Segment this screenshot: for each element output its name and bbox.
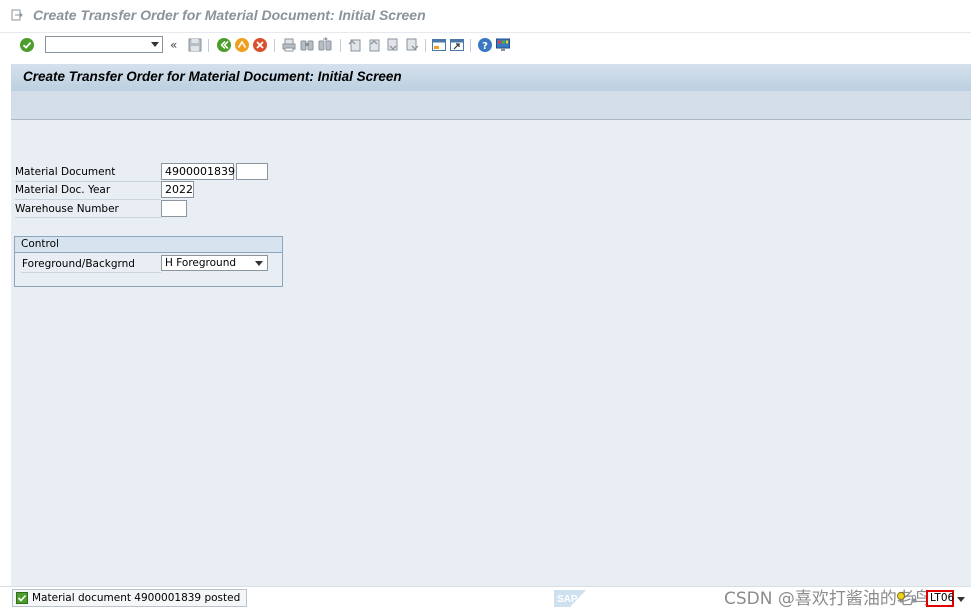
create-session-icon[interactable] <box>431 37 447 53</box>
application-toolbar <box>11 91 971 120</box>
status-message[interactable]: Material document 4900001839 posted <box>12 589 248 607</box>
toolbar-separator <box>470 39 471 52</box>
label-underline <box>15 199 161 200</box>
chevron-down-icon[interactable] <box>255 261 263 266</box>
svg-text:?: ? <box>482 41 488 52</box>
first-page-icon[interactable] <box>347 37 363 53</box>
main-screen: Create Transfer Order for Material Docum… <box>11 64 971 586</box>
lightbulb-icon[interactable] <box>897 592 905 604</box>
warehouse-number-label: Warehouse Number <box>15 203 119 215</box>
label-underline <box>15 181 161 182</box>
find-icon[interactable] <box>299 37 315 53</box>
foreground-background-select[interactable]: H Foreground <box>161 255 268 271</box>
previous-page-icon[interactable] <box>366 37 382 53</box>
control-group-box: Control Foreground/Backgrnd H Foreground <box>14 236 283 287</box>
window-title: Create Transfer Order for Material Docum… <box>33 7 426 23</box>
label-underline <box>15 217 161 218</box>
transaction-code-field[interactable]: LT06 <box>926 590 954 607</box>
toolbar-separator <box>425 39 426 52</box>
customize-layout-icon[interactable] <box>495 37 511 53</box>
screen-header: Create Transfer Order for Material Docum… <box>11 64 971 91</box>
material-doc-year-input[interactable]: 2022 <box>161 181 194 198</box>
material-doc-year-label: Material Doc. Year <box>15 184 111 196</box>
save-icon[interactable] <box>187 37 203 53</box>
lock-icon <box>911 595 917 603</box>
material-document-item-input[interactable] <box>236 163 268 180</box>
warehouse-number-input[interactable] <box>161 200 187 217</box>
material-document-input[interactable]: 4900001839 <box>161 163 235 180</box>
status-bar: Material document 4900001839 posted SAP … <box>0 586 971 610</box>
toolbar-separator <box>208 39 209 52</box>
screen-title: Create Transfer Order for Material Docum… <box>23 69 402 84</box>
print-icon[interactable] <box>281 37 297 53</box>
status-message-text: Material document 4900001839 posted <box>32 592 241 604</box>
control-group-title: Control <box>21 238 59 250</box>
shortcut-icon[interactable] <box>449 37 465 53</box>
svg-text:SAP: SAP <box>557 594 578 605</box>
foreground-background-label: Foreground/Backgrnd <box>22 258 135 270</box>
last-page-icon[interactable] <box>404 37 420 53</box>
sap-logo-icon: SAP <box>554 590 586 607</box>
command-history-button[interactable]: « <box>170 39 177 51</box>
material-document-label: Material Document <box>15 166 116 178</box>
chevron-down-icon[interactable] <box>151 42 159 47</box>
next-page-icon[interactable] <box>385 37 401 53</box>
window-menu-icon[interactable] <box>11 9 23 21</box>
find-next-icon[interactable] <box>317 37 333 53</box>
foreground-background-value: H Foreground <box>165 257 237 269</box>
system-toolbar: « ? <box>0 33 971 59</box>
system-info-chevron-icon[interactable] <box>957 597 965 602</box>
control-group-header: Control <box>15 237 282 253</box>
label-underline <box>21 272 161 273</box>
cancel-icon[interactable] <box>252 37 268 53</box>
enter-icon[interactable] <box>19 37 35 53</box>
success-check-icon <box>16 592 28 604</box>
title-bar: Create Transfer Order for Material Docum… <box>0 0 971 33</box>
help-icon[interactable]: ? <box>477 37 493 53</box>
command-field[interactable] <box>45 36 163 53</box>
toolbar-separator <box>340 39 341 52</box>
toolbar-separator <box>274 39 275 52</box>
exit-icon[interactable] <box>234 37 250 53</box>
back-icon[interactable] <box>216 37 232 53</box>
